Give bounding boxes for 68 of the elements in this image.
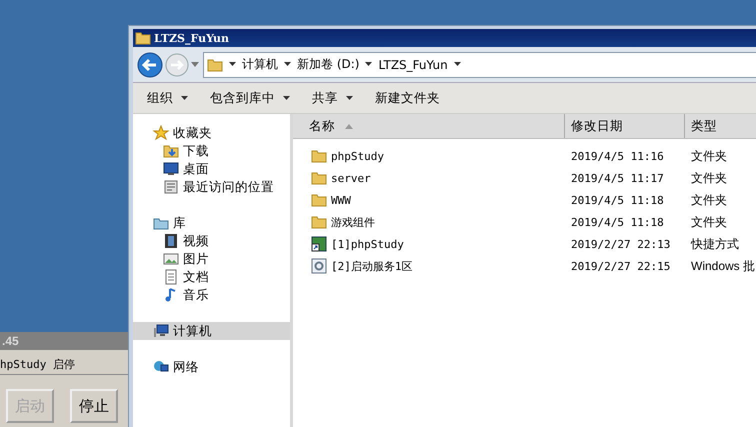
picture-icon	[163, 251, 179, 267]
table-cell-text: 2019/2/27 22:15	[570, 260, 672, 272]
table-cell-text: 文件夹	[690, 148, 728, 164]
column-header[interactable]: 类型	[685, 114, 756, 138]
nav-item[interactable]: 下载	[133, 142, 290, 160]
recent-places-icon	[163, 179, 179, 195]
folder-arrow-icon	[163, 143, 179, 159]
table-cell-text: 文件夹	[690, 170, 728, 186]
table-cell-text: 2019/4/5 11:16	[570, 150, 665, 162]
nav-item[interactable]: 网络	[133, 358, 290, 376]
nav-item[interactable]: 视频	[133, 232, 290, 250]
column-header[interactable]: 名称	[293, 114, 565, 138]
nav-item[interactable]: 计算机	[133, 322, 290, 340]
back-button[interactable]	[137, 52, 163, 78]
file-name[interactable]: WWW	[293, 192, 565, 208]
breadcrumb-item[interactable]: LTZS_FuYun	[378, 58, 448, 72]
table-cell-text: 2019/4/5 11:17	[570, 172, 665, 184]
nav-item[interactable]: 最近访问的位置	[133, 178, 290, 196]
nav-item[interactable]: 桌面	[133, 160, 290, 178]
computer-icon	[153, 323, 169, 339]
history-dropdown-icon[interactable]	[191, 62, 199, 68]
folder-icon	[311, 192, 327, 208]
gear-window-icon	[311, 258, 327, 274]
shortcut-icon	[311, 236, 327, 252]
document-icon	[163, 269, 179, 285]
caret-icon	[283, 96, 290, 100]
caret-icon	[454, 62, 461, 67]
file-name[interactable]: server	[293, 170, 565, 186]
breadcrumb-item[interactable]: 计算机	[242, 56, 278, 73]
caret-icon	[181, 96, 188, 100]
folder-icon	[311, 214, 327, 230]
file-name[interactable]: [2]启动服务1区	[293, 258, 565, 274]
group-label: hpStudy 启停	[0, 357, 77, 372]
caret-icon	[229, 62, 236, 67]
table-cell-text: 快捷方式	[690, 236, 740, 252]
table-cell-text: 文件夹	[690, 192, 728, 208]
file-name[interactable]: 游戏组件	[293, 214, 565, 230]
breadcrumb-item[interactable]: 新加卷 (D:)	[297, 56, 360, 73]
table-cell-text: 2019/2/27 22:13	[570, 238, 672, 250]
monitor-icon	[163, 161, 179, 177]
nav-item[interactable]: 收藏夹	[133, 124, 290, 142]
window-title: LTZS_FuYun	[154, 32, 230, 44]
toolbar-button[interactable]: 包含到库中	[210, 90, 290, 106]
action-button[interactable]: 停止	[70, 389, 118, 423]
film-icon	[163, 233, 179, 249]
caret-icon	[365, 62, 372, 67]
file-name[interactable]: [1]phpStudy	[293, 236, 565, 252]
window-title: .45	[0, 332, 128, 350]
table-cell-text: Windows 批	[690, 258, 756, 274]
nav-item[interactable]: 文档	[133, 268, 290, 286]
column-header[interactable]: 修改日期	[565, 114, 685, 138]
folder-icon	[311, 170, 327, 186]
folder-icon	[207, 56, 223, 72]
nav-item[interactable]: 库	[133, 214, 290, 232]
caret-icon	[346, 96, 353, 100]
caret-icon	[284, 62, 291, 67]
nav-item[interactable]: 音乐	[133, 286, 290, 304]
toolbar-button[interactable]: 共享	[312, 90, 353, 106]
folder-icon	[311, 148, 327, 164]
table-cell-text: 2019/4/5 11:18	[570, 194, 665, 206]
toolbar-button[interactable]: 新建文件夹	[375, 90, 440, 106]
file-name[interactable]: phpStudy	[293, 148, 565, 164]
star-icon	[153, 125, 169, 141]
address-field[interactable]: 计算机 新加卷 (D:) LTZS_FuYun	[203, 52, 756, 78]
table-cell-text: 文件夹	[690, 214, 728, 230]
toolbar-button[interactable]: 组织	[147, 90, 188, 106]
table-cell-text: 2019/4/5 11:18	[570, 216, 665, 228]
nav-item[interactable]: 图片	[133, 250, 290, 268]
